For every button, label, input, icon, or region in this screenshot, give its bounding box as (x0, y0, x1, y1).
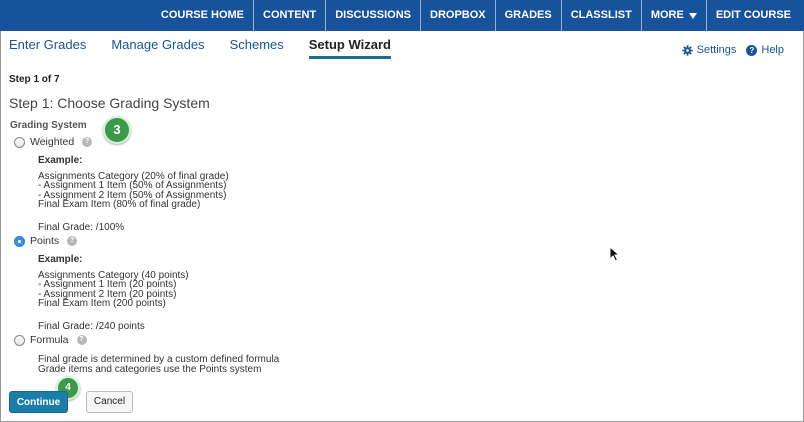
grading-system-label: Grading System (10, 120, 87, 131)
gear-icon (681, 44, 693, 56)
triangle-down-icon (688, 12, 697, 19)
tab-enter-grades[interactable]: Enter Grades (9, 37, 86, 59)
page-title: Step 1: Choose Grading System (9, 95, 210, 111)
nav-label: COURSE HOME (160, 9, 245, 21)
tab-setup-wizard[interactable]: Setup Wizard (308, 37, 391, 59)
nav-label: EDIT COURSE (715, 9, 791, 21)
callout-badge: 3 (103, 116, 131, 144)
settings-label: Settings (696, 44, 737, 56)
page-tools: Settings ? Help (681, 44, 784, 56)
points-example: Example: Assignments Category (40 points… (38, 255, 189, 331)
tab-schemes[interactable]: Schemes (230, 37, 284, 59)
course-navbar: COURSE HOME CONTENT DISCUSSIONS DROPBOX … (0, 0, 804, 31)
nav-classlist[interactable]: CLASSLIST (560, 0, 641, 31)
nav-label: MORE (650, 9, 684, 21)
example-final-grade: Final Grade: /100% (38, 221, 125, 233)
grades-tabs: Enter Grades Manage Grades Schemes Setup… (9, 37, 416, 59)
option-label: Points (30, 235, 60, 247)
nav-grades[interactable]: GRADES (494, 0, 561, 31)
weighted-example: Example: Assignments Category (20% of fi… (38, 156, 229, 232)
settings-link[interactable]: Settings (681, 44, 737, 56)
nav-label: GRADES (504, 9, 552, 21)
example-final-grade: Final Grade: /240 points (38, 320, 145, 332)
nav-more-menu[interactable]: MORE (640, 0, 706, 31)
nav-label: DISCUSSIONS (335, 9, 411, 21)
help-question-icon[interactable]: ? (82, 137, 93, 147)
help-icon: ? (746, 44, 758, 56)
example-title: Example: (38, 254, 83, 265)
option-formula[interactable]: Formula ? (14, 334, 87, 346)
tab-manage-grades[interactable]: Manage Grades (111, 37, 204, 59)
radio-weighted[interactable] (14, 136, 25, 148)
nav-course-home[interactable]: COURSE HOME (152, 0, 253, 31)
cancel-button[interactable]: Cancel (86, 391, 133, 413)
step-count: Step 1 of 7 (9, 74, 60, 85)
continue-button[interactable]: Continue (9, 391, 68, 413)
nav-label: CLASSLIST (570, 9, 632, 21)
radio-formula[interactable] (14, 334, 25, 346)
help-link[interactable]: ? Help (746, 44, 784, 56)
example-line: Final Exam Item (80% of final grade) (38, 199, 201, 210)
help-label: Help (761, 44, 784, 56)
nav-discussions[interactable]: DISCUSSIONS (325, 0, 420, 31)
nav-dropbox[interactable]: DROPBOX (420, 0, 495, 31)
example-title: Example: (38, 155, 83, 166)
radio-points[interactable] (14, 235, 25, 247)
help-question-icon[interactable]: ? (67, 236, 78, 246)
nav-label: CONTENT (263, 9, 317, 21)
formula-description: Final grade is determined by a custom de… (38, 355, 279, 374)
option-label: Weighted (30, 136, 75, 148)
nav-edit-course[interactable]: EDIT COURSE (705, 0, 800, 31)
example-line: Final Exam Item (200 points) (38, 298, 166, 309)
option-label: Formula (30, 334, 69, 346)
option-points[interactable]: Points ? (14, 235, 78, 247)
mouse-pointer-icon (609, 246, 621, 262)
description-line: Grade items and categories use the Point… (38, 363, 262, 375)
nav-label: DROPBOX (430, 9, 486, 21)
option-weighted[interactable]: Weighted ? (14, 136, 93, 148)
help-question-icon[interactable]: ? (76, 335, 87, 345)
nav-content[interactable]: CONTENT (253, 0, 325, 31)
